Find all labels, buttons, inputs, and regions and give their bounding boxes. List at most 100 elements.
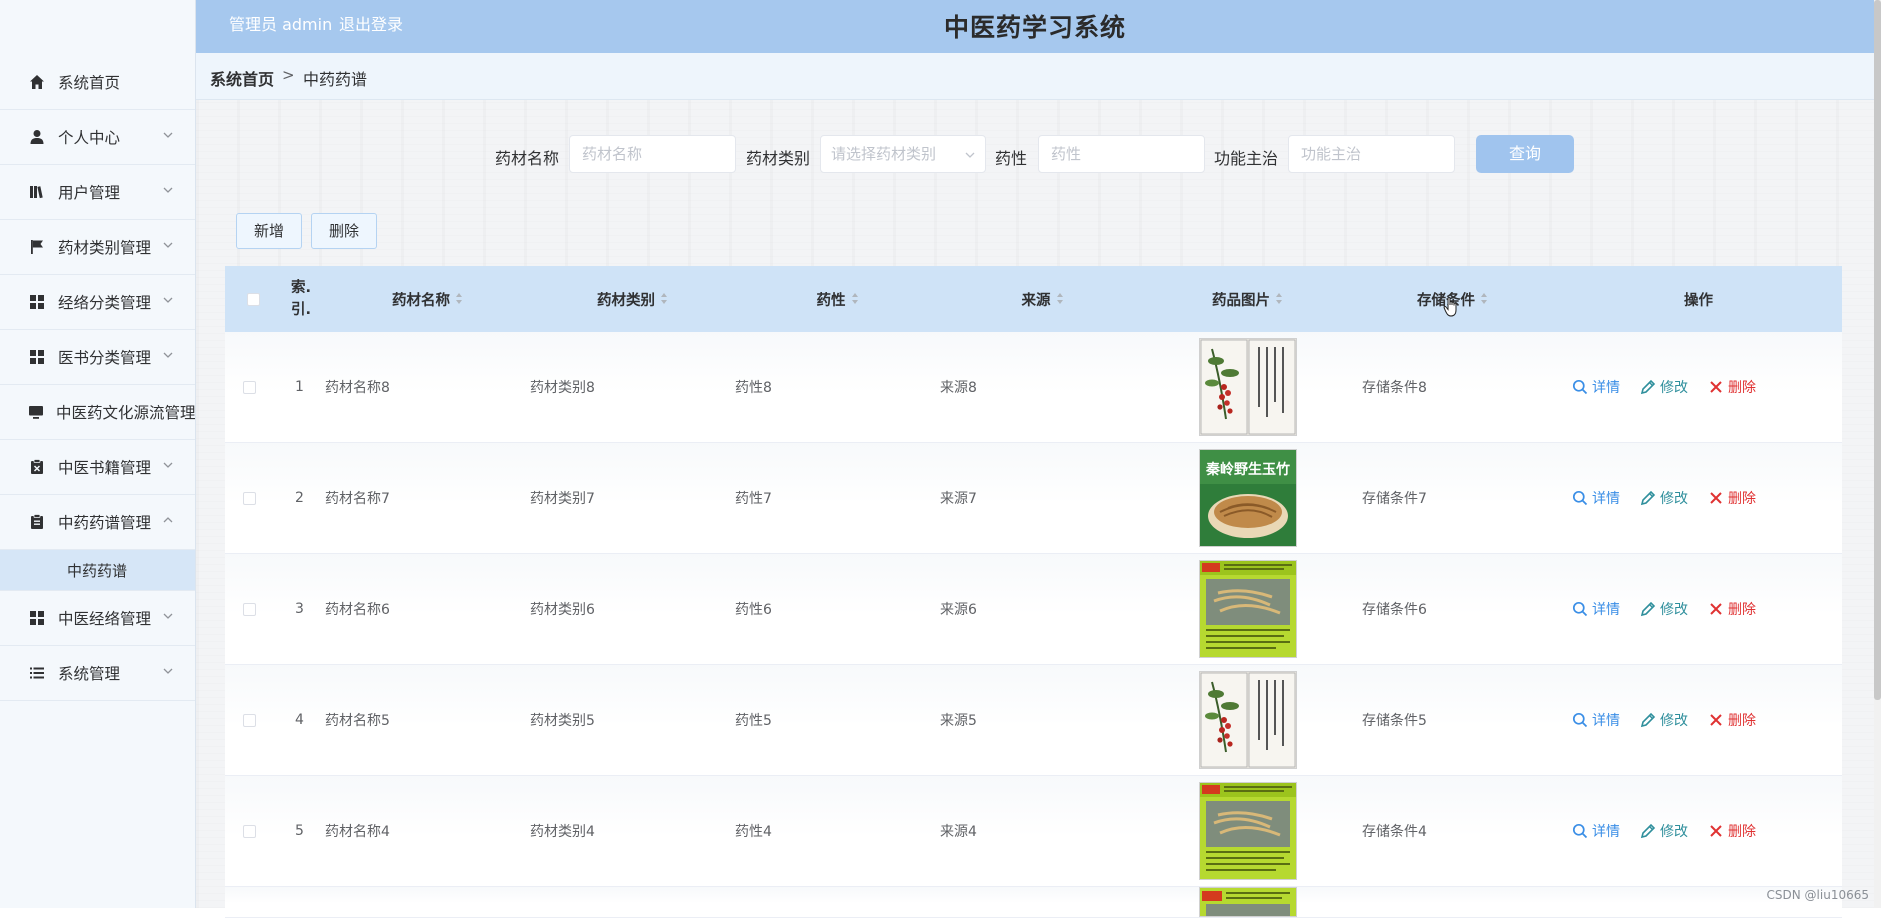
row-select-cell bbox=[243, 332, 273, 442]
chevron-down-icon bbox=[965, 152, 975, 158]
sidebar-item-profile[interactable]: 个人中心 bbox=[0, 110, 195, 165]
sidebar: 系统首页 个人中心 用户管理 药材类别管理 经络分类管理 医书分类管理 中医药文… bbox=[0, 0, 196, 908]
sidebar-item-medical-book-category[interactable]: 医书分类管理 bbox=[0, 330, 195, 385]
herb-image[interactable] bbox=[1199, 887, 1297, 917]
sidebar-item-label: 中医经络管理 bbox=[58, 610, 152, 628]
row-checkbox[interactable] bbox=[243, 380, 256, 394]
delete-button[interactable]: 删除 bbox=[1708, 599, 1756, 619]
edit-button[interactable]: 修改 bbox=[1640, 488, 1688, 508]
herb-name-field[interactable] bbox=[569, 135, 739, 173]
herb-category-label: 药材类别 bbox=[746, 149, 811, 168]
sort-icon[interactable] bbox=[661, 293, 668, 305]
sort-icon[interactable] bbox=[456, 293, 463, 305]
row-image-cell bbox=[1199, 776, 1299, 886]
detail-label: 详情 bbox=[1592, 491, 1620, 507]
row-storage: 存储条件4 bbox=[1362, 824, 1427, 840]
col-source-label: 来源 bbox=[1021, 292, 1051, 309]
edit-button[interactable]: 修改 bbox=[1640, 599, 1688, 619]
function-field[interactable] bbox=[1288, 135, 1458, 173]
row-name: 药材名称8 bbox=[325, 380, 390, 396]
nature-field[interactable] bbox=[1038, 135, 1208, 173]
detail-button[interactable]: 详情 bbox=[1572, 488, 1620, 508]
add-button[interactable]: 新增 bbox=[236, 213, 302, 249]
col-category[interactable]: 药材类别 bbox=[530, 266, 735, 332]
herb-name-input[interactable] bbox=[580, 136, 739, 172]
select-all-checkbox[interactable] bbox=[246, 292, 260, 306]
edit-icon bbox=[1640, 379, 1656, 395]
herb-category-select[interactable]: 请选择药材类别 bbox=[820, 135, 986, 173]
delete-button[interactable]: 删除 bbox=[1708, 710, 1756, 730]
sidebar-item-home[interactable]: 系统首页 bbox=[0, 55, 195, 110]
col-source[interactable]: 来源 bbox=[940, 266, 1145, 332]
herb-image[interactable] bbox=[1199, 782, 1297, 880]
row-ops: 详情 修改 删除 bbox=[1572, 332, 1842, 442]
nature-input[interactable] bbox=[1049, 136, 1208, 172]
sidebar-item-herb-spectrum[interactable]: 中药药谱管理 bbox=[0, 495, 195, 550]
edit-icon bbox=[1640, 712, 1656, 728]
edit-button[interactable]: 修改 bbox=[1640, 377, 1688, 397]
row-checkbox[interactable] bbox=[243, 713, 256, 727]
chevron-down-icon bbox=[163, 242, 173, 248]
chevron-down-icon bbox=[163, 613, 173, 619]
row-checkbox[interactable] bbox=[243, 602, 256, 616]
user-icon bbox=[28, 128, 46, 146]
sidebar-item-culture-origin[interactable]: 中医药文化源流管理 bbox=[0, 385, 196, 440]
detail-button[interactable]: 详情 bbox=[1572, 377, 1620, 397]
query-button[interactable]: 查询 bbox=[1476, 135, 1574, 173]
row-checkbox[interactable] bbox=[243, 491, 256, 505]
breadcrumb: 系统首页 > 中药药谱 bbox=[196, 53, 1874, 100]
function-label: 功能主治 bbox=[1214, 149, 1279, 168]
row-source: 来源4 bbox=[940, 824, 977, 840]
breadcrumb-home[interactable]: 系统首页 bbox=[210, 66, 274, 90]
edit-button[interactable]: 修改 bbox=[1640, 710, 1688, 730]
list-icon bbox=[28, 664, 46, 682]
batch-delete-button[interactable]: 删除 bbox=[311, 213, 377, 249]
image-caption: 秦岭野生玉竹 bbox=[1205, 461, 1290, 478]
sidebar-item-books[interactable]: 中医书籍管理 bbox=[0, 440, 195, 495]
flag-icon bbox=[28, 238, 46, 256]
top-header: 管理员 admin 退出登录 中医药学习系统 bbox=[196, 0, 1874, 53]
detail-label: 详情 bbox=[1592, 824, 1620, 840]
sort-icon[interactable] bbox=[1276, 293, 1283, 305]
row-nature: 药性8 bbox=[735, 380, 772, 396]
detail-button[interactable]: 详情 bbox=[1572, 599, 1620, 619]
sidebar-item-meridian-category[interactable]: 经络分类管理 bbox=[0, 275, 195, 330]
sort-icon[interactable] bbox=[851, 293, 859, 305]
row-storage: 存储条件8 bbox=[1362, 380, 1427, 396]
sort-icon[interactable] bbox=[1056, 293, 1064, 305]
detail-label: 详情 bbox=[1592, 602, 1620, 618]
delete-button[interactable]: 删除 bbox=[1708, 488, 1756, 508]
function-input[interactable] bbox=[1299, 136, 1458, 172]
search-icon bbox=[1572, 823, 1588, 839]
herb-image[interactable] bbox=[1199, 671, 1297, 769]
row-image-cell bbox=[1199, 665, 1299, 775]
delete-button[interactable]: 删除 bbox=[1708, 377, 1756, 397]
scrollbar-thumb[interactable] bbox=[1874, 0, 1881, 700]
detail-button[interactable]: 详情 bbox=[1572, 821, 1620, 841]
row-index: 4 bbox=[295, 712, 304, 728]
home-icon bbox=[28, 73, 46, 91]
sidebar-item-herb-category[interactable]: 药材类别管理 bbox=[0, 220, 195, 275]
herb-image[interactable] bbox=[1199, 338, 1297, 436]
col-nature[interactable]: 药性 bbox=[735, 266, 940, 332]
sidebar-item-meridians[interactable]: 中医经络管理 bbox=[0, 591, 195, 646]
row-checkbox[interactable] bbox=[243, 824, 256, 838]
detail-button[interactable]: 详情 bbox=[1572, 710, 1620, 730]
edit-button[interactable]: 修改 bbox=[1640, 821, 1688, 841]
herb-image[interactable]: 秦岭野生玉竹 bbox=[1199, 449, 1297, 547]
sort-icon[interactable] bbox=[1481, 293, 1488, 305]
sidebar-item-users[interactable]: 用户管理 bbox=[0, 165, 195, 220]
row-image-cell bbox=[1199, 554, 1299, 664]
row-select-cell bbox=[243, 776, 273, 886]
row-category: 药材类别7 bbox=[530, 491, 595, 507]
grid-icon bbox=[28, 293, 46, 311]
page-scrollbar[interactable] bbox=[1874, 0, 1881, 908]
sidebar-item-system[interactable]: 系统管理 bbox=[0, 646, 195, 701]
col-name[interactable]: 药材名称 bbox=[325, 266, 530, 332]
delete-button[interactable]: 删除 bbox=[1708, 821, 1756, 841]
herb-image[interactable] bbox=[1199, 560, 1297, 658]
sidebar-subitem-herb-spectrum[interactable]: 中药药谱 bbox=[0, 550, 195, 591]
col-image[interactable]: 药品图片 bbox=[1145, 266, 1350, 332]
nature-label: 药性 bbox=[995, 149, 1028, 168]
row-index: 2 bbox=[295, 490, 304, 506]
